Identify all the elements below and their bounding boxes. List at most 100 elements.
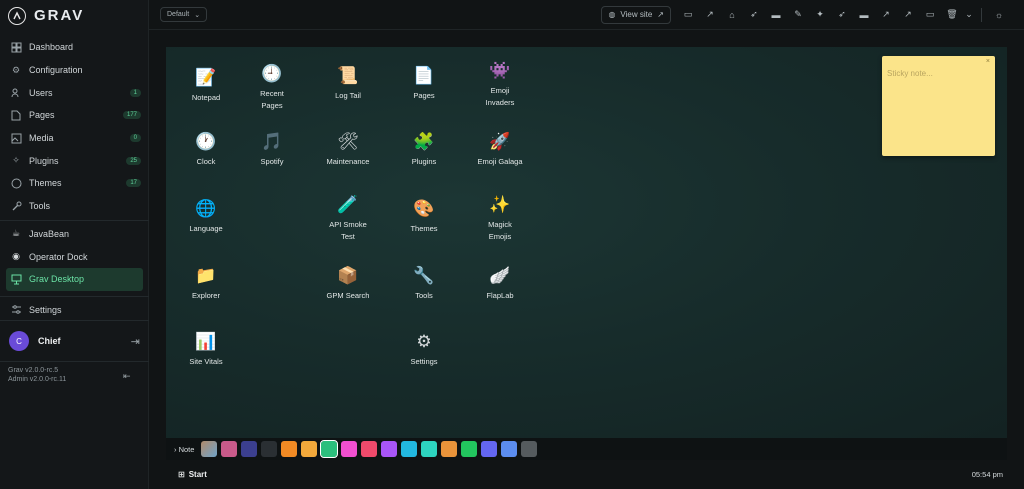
desktop-icon-maintenance[interactable]: 🛠 Maintenance — [313, 131, 383, 168]
wrench-icon — [10, 200, 22, 212]
sun-icon[interactable]: ☼ — [988, 6, 1010, 24]
brand[interactable]: GRAV — [0, 0, 148, 31]
color-swatch[interactable] — [201, 441, 218, 457]
rocket-icon[interactable]: ➶ — [743, 6, 765, 24]
sidebar-nav: Dashboard ⚙ Configuration Users 1 Pages … — [0, 36, 149, 321]
palette-icon: 🎨 — [413, 199, 435, 218]
magic-wand-icon[interactable]: ✦ — [809, 6, 831, 24]
music-note-icon: 🎵 — [261, 132, 283, 151]
collapse-sidebar-icon[interactable]: ⇤ — [123, 371, 131, 382]
logout-icon[interactable]: ⇥ — [131, 335, 140, 348]
image-icon — [10, 132, 22, 144]
package-icon: 📦 — [337, 266, 359, 285]
desktop-icon-settings[interactable]: ⚙ Settings — [389, 331, 459, 368]
sidebar-item-operator-dock[interactable]: ◉ Operator Dock — [0, 245, 149, 268]
window-icon[interactable]: ▬ — [765, 6, 787, 24]
desktop-area: 📝 Notepad 🕘 Recent Pages 📜 Log Tail 📄 Pa… — [166, 47, 1007, 438]
color-swatch[interactable] — [241, 441, 258, 457]
user-name[interactable]: Chief — [38, 336, 131, 346]
color-swatch[interactable] — [361, 441, 378, 457]
external-link-icon[interactable]: ↗ — [897, 6, 919, 24]
color-swatch[interactable] — [501, 441, 518, 457]
color-swatch[interactable] — [401, 441, 418, 457]
desktop-icon-tools[interactable]: 🔧 Tools — [389, 265, 459, 302]
sidebar-item-label: JavaBean — [29, 228, 70, 239]
desktop-icon-site-vitals[interactable]: 📊 Site Vitals — [171, 331, 241, 368]
desktop-icon-explorer[interactable]: 📁 Explorer — [171, 265, 241, 302]
sidebar-item-tools[interactable]: Tools — [0, 195, 149, 218]
monitor-icon[interactable]: ▭ — [677, 6, 699, 24]
alien-monster-icon: 👾 — [489, 61, 511, 80]
color-swatch[interactable] — [221, 441, 238, 457]
divider — [0, 219, 149, 221]
trash-icon[interactable]: 🗑 — [941, 6, 963, 24]
environment-select[interactable]: Default ⌄ — [160, 7, 208, 22]
chevron-down-icon[interactable]: ⌄ — [963, 6, 975, 24]
users-icon — [10, 87, 22, 99]
brush-icon[interactable]: ✎ — [787, 6, 809, 24]
sidebar-item-settings[interactable]: Settings — [0, 299, 149, 322]
grid-icon: ⊞ — [178, 469, 185, 479]
desktop-icon-recent-pages[interactable]: 🕘 Recent Pages — [237, 63, 307, 112]
new-note-button[interactable]: › Note — [174, 445, 194, 454]
globe-icon: ◍ — [608, 10, 616, 19]
desktop-icon-label: Emoji Invaders — [485, 86, 515, 107]
color-swatch[interactable] — [521, 441, 538, 457]
close-icon[interactable]: × — [986, 58, 990, 65]
desktop-icon-plugins[interactable]: 🧩 Plugins — [389, 131, 459, 168]
external-link-icon[interactable]: ↗ — [699, 6, 721, 24]
desktop-icon-label: Clock — [196, 157, 216, 166]
window-icon[interactable]: ▬ — [853, 6, 875, 24]
monitor-icon[interactable]: ▭ — [919, 6, 941, 24]
sidebar-item-users[interactable]: Users 1 — [0, 81, 149, 104]
sidebar-item-plugins[interactable]: ✧ Plugins 25 — [0, 149, 149, 172]
sidebar-item-dashboard[interactable]: Dashboard — [0, 36, 149, 59]
sparkles-icon: ✨ — [489, 195, 511, 214]
color-swatch[interactable] — [281, 441, 298, 457]
rocket-icon[interactable]: ➶ — [831, 6, 853, 24]
chevron-down-icon: ⌄ — [194, 11, 201, 19]
divider — [981, 7, 982, 22]
sidebar-item-media[interactable]: Media 0 — [0, 127, 149, 150]
color-swatch[interactable] — [261, 441, 278, 457]
sticky-note[interactable]: × Sticky note... — [882, 56, 995, 156]
color-swatch[interactable] — [421, 441, 438, 457]
sidebar-item-label: Configuration — [29, 65, 83, 76]
sidebar-item-label: Media — [29, 133, 54, 144]
desktop-icon-label: Plugins — [411, 157, 437, 166]
desktop-icon-spotify[interactable]: 🎵 Spotify — [237, 131, 307, 168]
desktop-icon-clock[interactable]: 🕐 Clock — [171, 131, 241, 168]
color-swatch[interactable] — [461, 441, 478, 457]
color-swatch[interactable] — [320, 440, 339, 458]
sticky-note-placeholder[interactable]: Sticky note... — [887, 69, 933, 78]
desktop-icon-emoji-invaders[interactable]: 👾 Emoji Invaders — [465, 60, 535, 109]
view-site-button[interactable]: ◍ View site ↗ — [601, 5, 671, 24]
admin-version: Admin v2.0.0-rc.11 — [8, 376, 67, 383]
desktop-icon-flaplab[interactable]: 🪽 FlapLab — [465, 265, 535, 302]
sidebar-item-pages[interactable]: Pages 177 — [0, 104, 149, 127]
sidebar-item-themes[interactable]: Themes 17 — [0, 172, 149, 195]
desktop-icon-api-smoke-test[interactable]: 🧪 API Smoke Test — [313, 194, 383, 243]
color-swatch[interactable] — [481, 441, 498, 457]
avatar[interactable]: C — [9, 331, 29, 351]
color-swatch[interactable] — [441, 441, 458, 457]
color-swatch[interactable] — [341, 441, 358, 457]
sidebar-item-configuration[interactable]: ⚙ Configuration — [0, 59, 149, 82]
graduation-cap-icon[interactable]: ⌂ — [721, 6, 743, 24]
desktop-icon-log-tail[interactable]: 📜 Log Tail — [313, 65, 383, 102]
desktop-icon-magick-emojis[interactable]: ✨ Magick Emojis — [465, 194, 535, 243]
bar-chart-icon: 📊 — [195, 332, 217, 351]
start-button[interactable]: ⊞ Start — [178, 470, 207, 479]
external-link-icon[interactable]: ↗ — [875, 6, 897, 24]
desktop-icon-themes[interactable]: 🎨 Themes — [389, 198, 459, 235]
desktop-icon-gpm-search[interactable]: 📦 GPM Search — [313, 265, 383, 302]
desktop-icon-pages[interactable]: 📄 Pages — [389, 65, 459, 102]
sidebar: GRAV Dashboard ⚙ Configuration Users 1 P… — [0, 0, 149, 489]
desktop-icon-notepad[interactable]: 📝 Notepad — [171, 67, 241, 104]
desktop-icon-language[interactable]: 🌐 Language — [171, 198, 241, 235]
desktop-icon-emoji-galaga[interactable]: 🚀 Emoji Galaga — [465, 131, 535, 168]
sidebar-item-grav-desktop[interactable]: Grav Desktop — [6, 267, 143, 291]
color-swatch[interactable] — [381, 441, 398, 457]
color-swatch[interactable] — [301, 441, 318, 457]
sidebar-item-javabean[interactable]: ☕ JavaBean — [0, 223, 149, 246]
